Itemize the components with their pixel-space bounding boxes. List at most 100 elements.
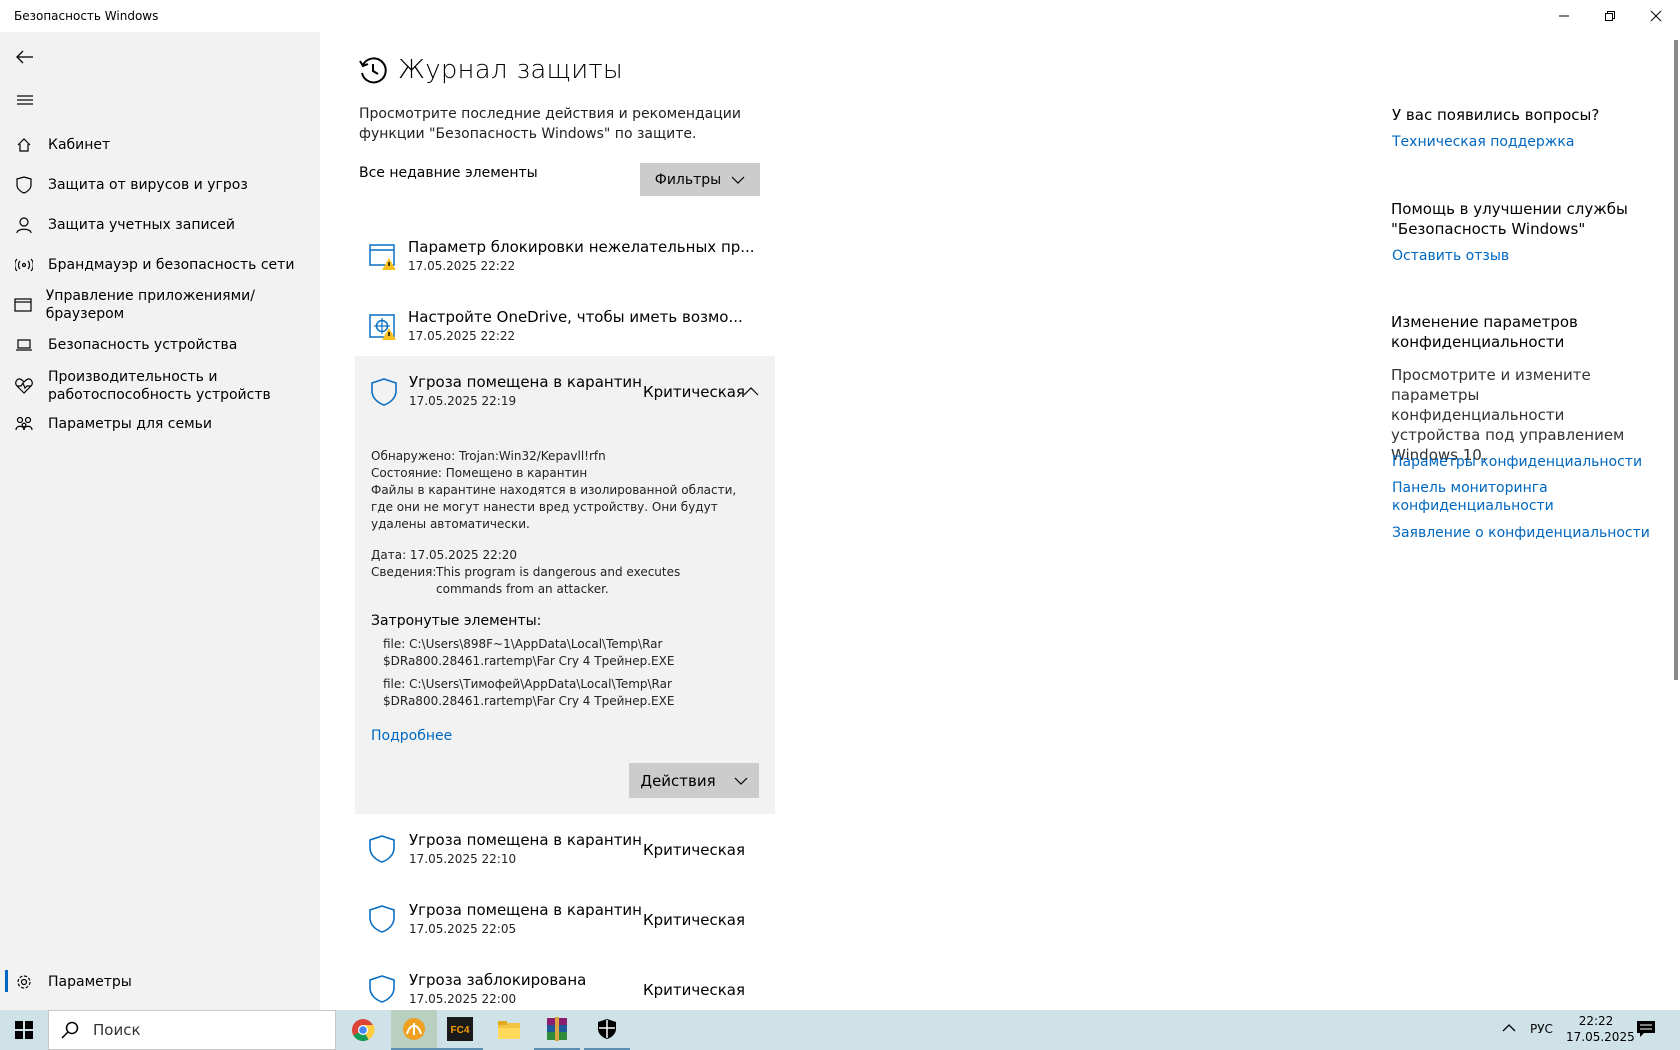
app-browser-warning-icon [369, 242, 397, 274]
family-icon [0, 416, 48, 432]
page-description: Просмотрите последние действия и рекомен… [359, 106, 741, 142]
item-date: 17.05.2025 22:05 [409, 922, 517, 936]
privacy-dashboard-link[interactable]: Панель мониторинга конфиденциальности [1392, 479, 1572, 515]
sidebar-item-app-browser[interactable]: Управление приложениями/браузером [0, 288, 320, 322]
list-item[interactable]: Параметр блокировки нежелательных пр... … [355, 222, 775, 292]
privacy-statement-link[interactable]: Заявление о конфиденциальности [1392, 524, 1650, 542]
start-button[interactable] [0, 1010, 48, 1050]
threat-severity: Критическая [643, 383, 746, 401]
sidebar-item-account-protection[interactable]: Защита учетных записей [0, 214, 320, 236]
list-item[interactable]: Настройте OneDrive, чтобы иметь возмо...… [355, 292, 775, 362]
privacy-heading: Изменение параметров конфиденциальности [1391, 313, 1578, 351]
minimize-button[interactable] [1541, 0, 1587, 32]
windows-logo-icon [15, 1021, 33, 1039]
fc4-app[interactable]: FC4 [437, 1010, 483, 1050]
svg-text:FC4: FC4 [451, 1025, 470, 1036]
sidebar-item-device-security[interactable]: Безопасность устройства [0, 334, 320, 356]
winrar-app[interactable] [534, 1010, 580, 1050]
person-icon [0, 217, 48, 233]
file-explorer-app[interactable] [486, 1010, 532, 1050]
item-severity: Критическая [643, 981, 746, 999]
media-player-app[interactable] [391, 1010, 437, 1050]
shield-icon [0, 176, 48, 194]
wireless-antenna-icon [0, 258, 48, 272]
list-item[interactable]: Угроза помещена в карантин 17.05.2025 22… [355, 884, 775, 954]
item-severity: Критическая [643, 841, 746, 859]
threat-date: 17.05.2025 22:19 [409, 394, 517, 408]
status-label: Состояние: [371, 466, 442, 480]
sidebar-item-settings[interactable]: Параметры [0, 971, 320, 993]
language-indicator[interactable]: РУС [1530, 1022, 1553, 1036]
threat-title: Угроза помещена в карантин [409, 373, 642, 391]
back-button[interactable] [10, 42, 40, 72]
clock[interactable]: 22:22 17.05.2025 [1566, 1013, 1635, 1045]
sidebar-item-label: Брандмауэр и безопасность сети [48, 257, 295, 273]
item-date: 17.05.2025 22:10 [409, 852, 517, 866]
restore-button[interactable] [1587, 0, 1633, 32]
item-title: Угроза помещена в карантин [409, 831, 642, 849]
filters-button[interactable]: Фильтры [640, 163, 760, 196]
windows-security-icon [598, 1019, 616, 1039]
more-details-link[interactable]: Подробнее [371, 728, 452, 744]
chevron-down-icon [734, 777, 748, 785]
search-placeholder: Поиск [93, 1021, 141, 1039]
sidebar-item-family[interactable]: Параметры для семьи [0, 413, 320, 435]
sidebar-item-label: Защита от вирусов и угроз [48, 177, 248, 193]
actions-label: Действия [640, 771, 716, 790]
shield-icon [371, 378, 397, 410]
sidebar-item-home[interactable]: Кабинет [0, 134, 320, 156]
feedback-link[interactable]: Оставить отзыв [1392, 247, 1509, 265]
taskbar: Поиск FC4 РУС 22:22 17.05.2025 [0, 1010, 1680, 1050]
sidebar-item-firewall[interactable]: Брандмауэр и безопасность сети [0, 254, 320, 276]
list-item[interactable]: Угроза заблокирована 17.05.2025 22:00 Кр… [355, 954, 775, 1010]
close-button[interactable] [1633, 0, 1679, 32]
detection-date: Дата: 17.05.2025 22:20 [371, 548, 518, 562]
folder-icon [498, 1021, 520, 1039]
sidebar-item-virus-protection[interactable]: Защита от вирусов и угроз [0, 174, 320, 196]
shield-icon [369, 975, 395, 1007]
minimize-icon [1559, 15, 1569, 17]
item-date: 17.05.2025 22:22 [408, 259, 516, 273]
privacy-settings-link[interactable]: Параметры конфиденциальности [1392, 453, 1642, 471]
page-title: Журнал защиты [398, 55, 623, 85]
threat-header[interactable]: Угроза помещена в карантин 17.05.2025 22… [355, 356, 775, 426]
affected-file: file: C:\Users\Тимофей\AppData\Local\Tem… [383, 677, 675, 708]
taskbar-search[interactable]: Поиск [48, 1010, 336, 1050]
home-icon [0, 137, 48, 153]
scrollbar[interactable] [1674, 40, 1678, 680]
shield-icon [369, 905, 395, 937]
item-title: Настройте OneDrive, чтобы иметь возмо... [408, 308, 743, 326]
laptop-icon [0, 338, 48, 352]
detected-label: Обнаружено: [371, 449, 456, 463]
affected-heading: Затронутые элементы: [371, 613, 542, 629]
window-title: Безопасность Windows [14, 9, 159, 23]
gear-icon [0, 974, 48, 990]
history-icon [358, 56, 388, 90]
item-title: Угроза заблокирована [409, 971, 587, 989]
item-severity: Критическая [643, 911, 746, 929]
notifications-icon [1637, 1021, 1655, 1037]
actions-button[interactable]: Действия [629, 763, 759, 798]
sidebar-item-label: Параметры для семьи [48, 416, 213, 432]
media-player-icon [403, 1018, 425, 1040]
sidebar-item-device-performance[interactable]: Производительность и работоспособность у… [0, 367, 320, 405]
sidebar-item-label: Управление приложениями/браузером [45, 288, 255, 322]
menu-button[interactable] [10, 85, 40, 115]
windows-security-app[interactable] [584, 1010, 630, 1050]
details-label: Сведения: [371, 565, 437, 579]
privacy-text: Просмотрите и измените параметры конфиде… [1391, 366, 1625, 464]
chrome-app[interactable] [340, 1010, 386, 1050]
expanded-threat-card: Угроза помещена в карантин 17.05.2025 22… [355, 356, 775, 814]
tray-overflow-button[interactable] [1502, 1020, 1516, 1039]
sidebar-item-label: Параметры [48, 974, 132, 990]
clock-date: 17.05.2025 [1566, 1030, 1635, 1044]
tech-support-link[interactable]: Техническая поддержка [1392, 133, 1574, 151]
list-heading: Все недавние элементы [359, 165, 538, 181]
chevron-up-icon[interactable] [743, 387, 759, 396]
list-item[interactable]: Угроза помещена в карантин 17.05.2025 22… [355, 814, 775, 884]
item-title: Параметр блокировки нежелательных пр... [408, 238, 755, 256]
action-center-button[interactable] [1636, 1020, 1656, 1042]
status-value: Помещено в карантин [445, 466, 588, 480]
item-date: 17.05.2025 22:00 [409, 992, 517, 1006]
chrome-icon [352, 1019, 375, 1041]
